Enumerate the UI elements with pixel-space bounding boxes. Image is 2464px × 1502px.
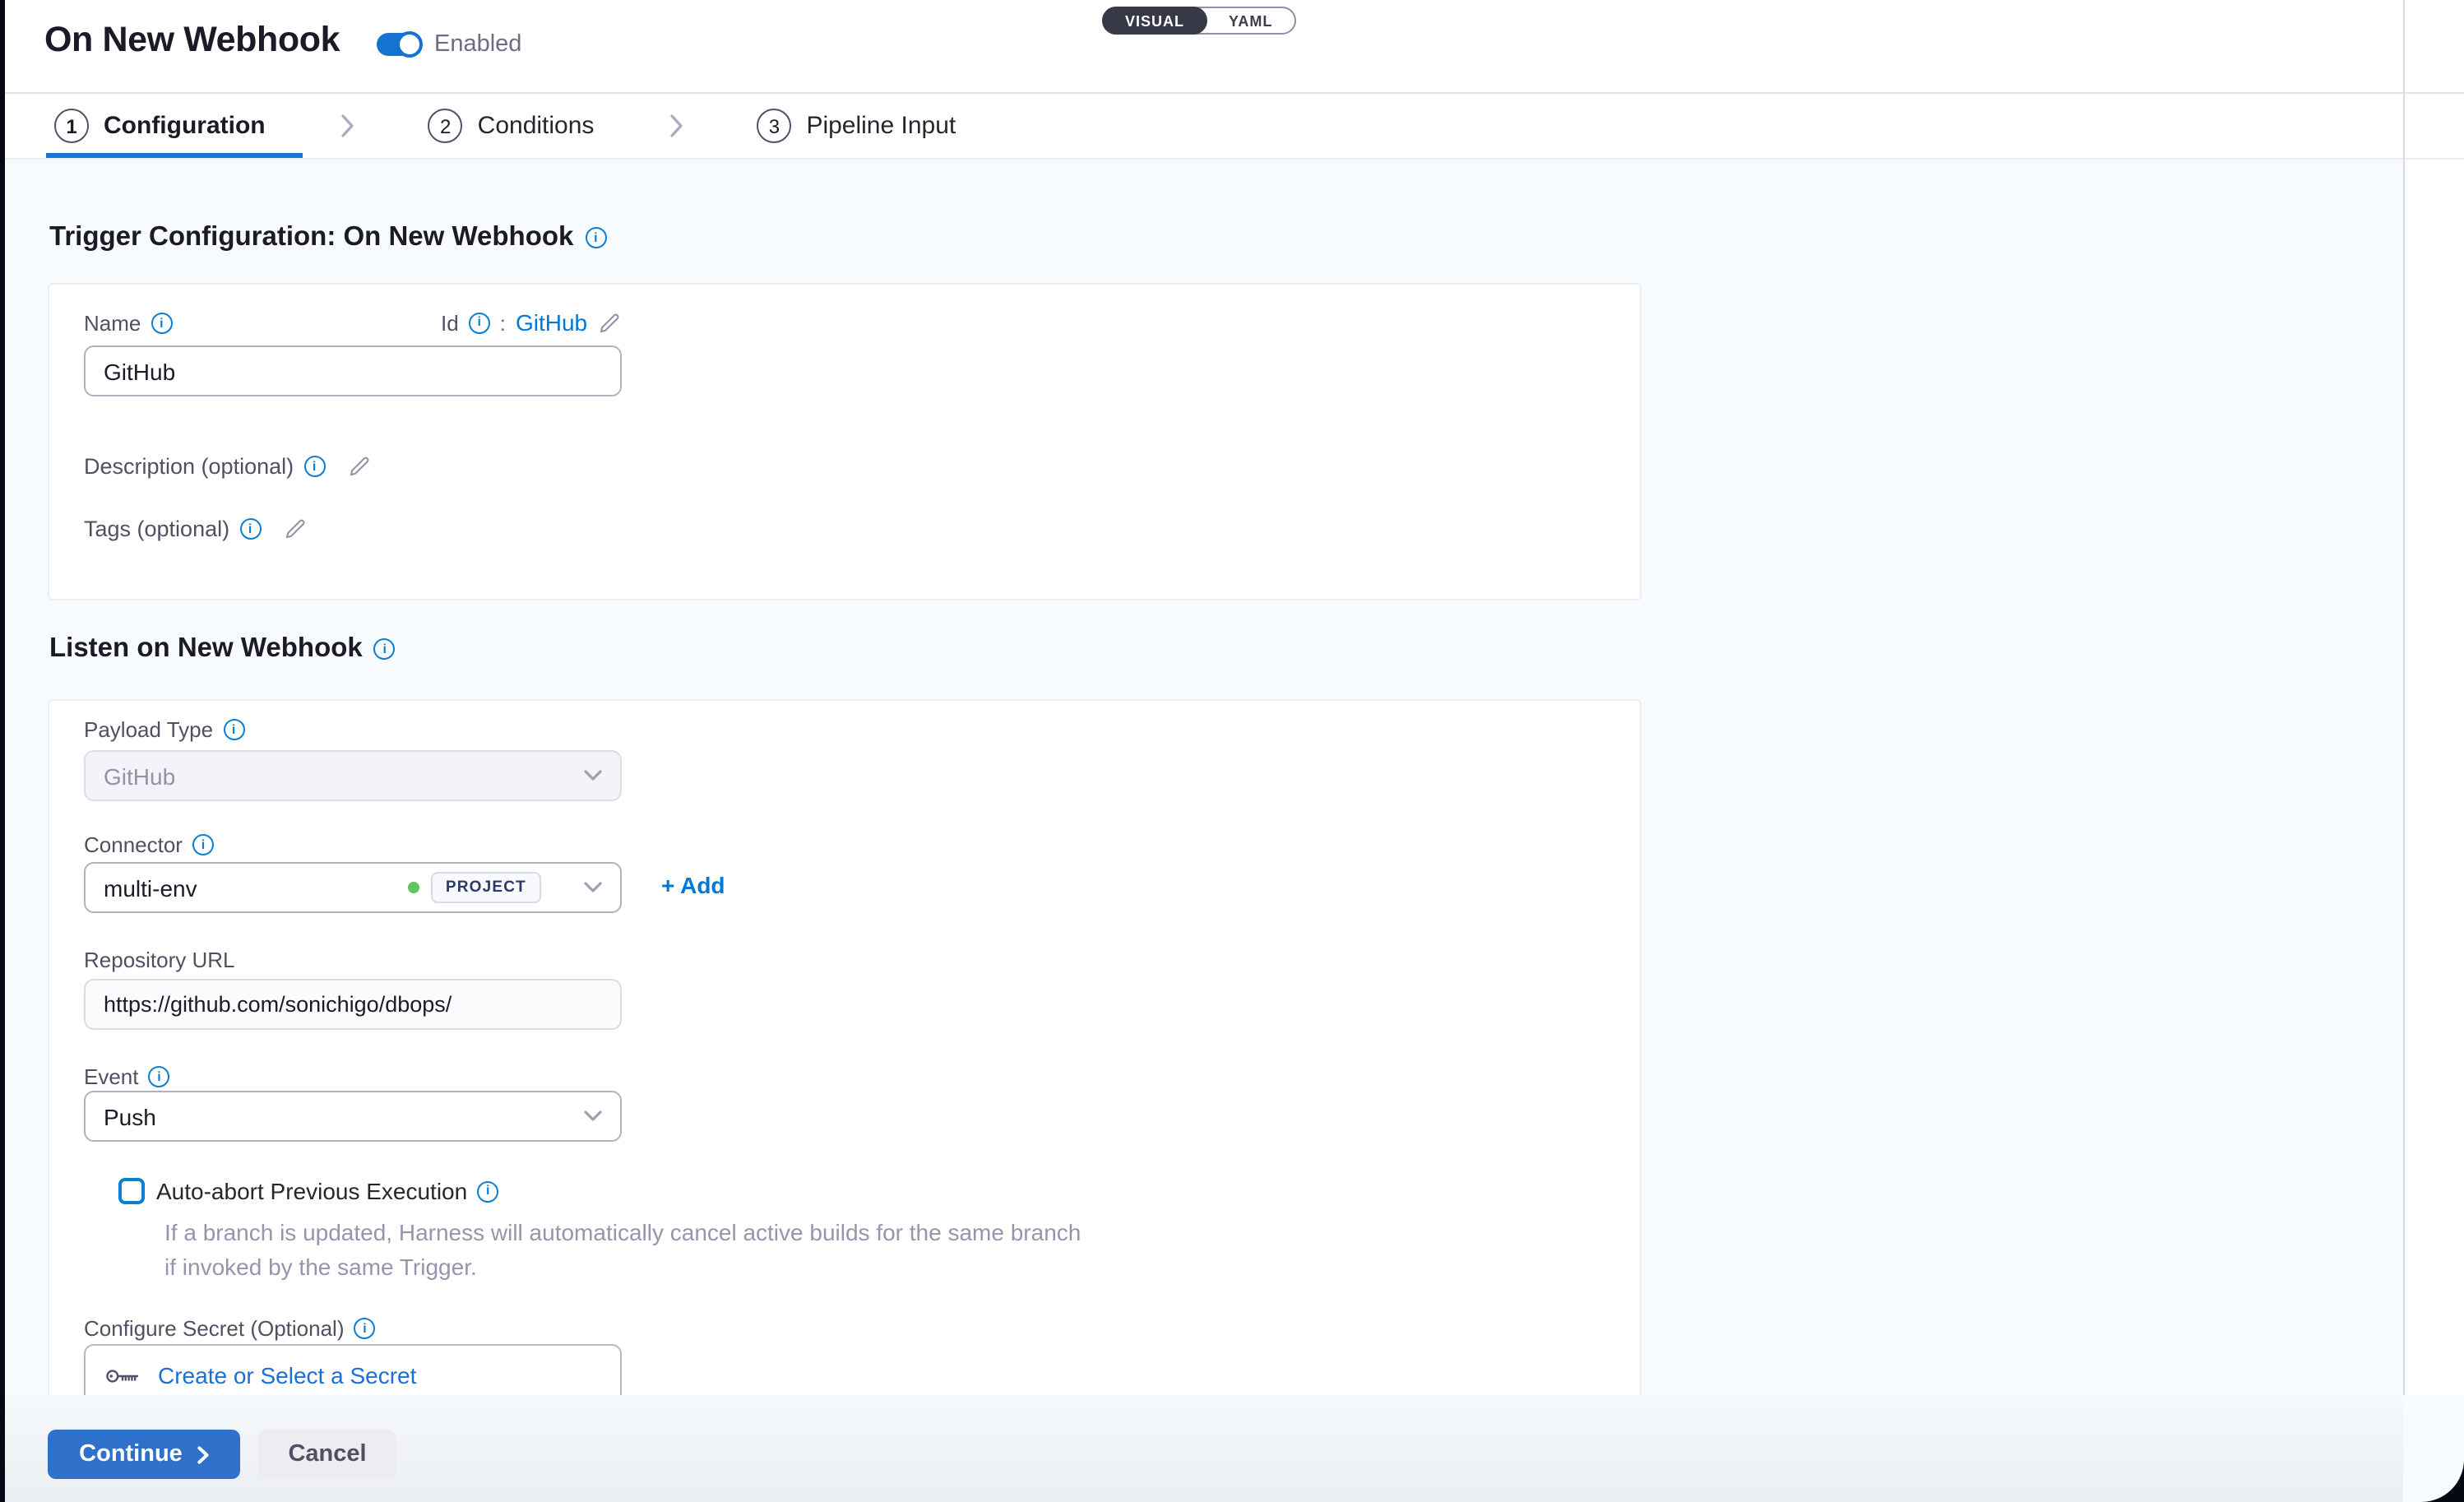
id-label: Id <box>441 310 459 335</box>
chevron-down-icon <box>584 770 602 781</box>
step-2-label: Conditions <box>478 112 595 140</box>
cancel-button[interactable]: Cancel <box>258 1430 396 1479</box>
chevron-down-icon <box>584 882 602 893</box>
continue-button[interactable]: Continue <box>48 1430 240 1479</box>
connector-row-label: Connector i <box>84 832 214 857</box>
info-icon[interactable]: i <box>192 834 214 855</box>
step-configuration[interactable]: 1 Configuration <box>54 109 266 143</box>
event-label: Event <box>84 1064 139 1089</box>
repository-url-input[interactable] <box>84 979 622 1030</box>
webhook-trigger-drawer: On New Webhook Enabled VISUAL YAML 1 Con… <box>5 0 2464 1502</box>
payload-type-select[interactable]: GitHub <box>84 750 622 801</box>
configure-secret-label: Configure Secret (Optional) <box>84 1316 345 1341</box>
tags-row: Tags (optional) i <box>84 517 307 541</box>
key-icon <box>105 1361 140 1387</box>
chevron-right-icon <box>197 1445 209 1463</box>
add-connector-button[interactable]: + Add <box>661 872 725 898</box>
trigger-configuration-heading-text: Trigger Configuration: On New Webhook <box>49 222 573 253</box>
info-icon[interactable]: i <box>477 1180 498 1202</box>
secret-row-label: Configure Secret (Optional) i <box>84 1316 376 1341</box>
id-row: Id i : GitHub <box>441 309 622 336</box>
connector-scope-badge: PROJECT <box>431 872 541 903</box>
info-icon[interactable]: i <box>354 1318 376 1339</box>
payload-type-label: Payload Type <box>84 717 213 742</box>
trigger-configuration-card: Name i Id i : GitHub Description (option… <box>48 283 1642 600</box>
info-icon[interactable]: i <box>303 456 325 477</box>
enabled-label: Enabled <box>434 31 521 58</box>
step-3-label: Pipeline Input <box>806 112 956 140</box>
trigger-configuration-heading: Trigger Configuration: On New Webhook i <box>49 222 606 253</box>
step-2-badge: 2 <box>428 109 463 143</box>
step-1-badge: 1 <box>54 109 89 143</box>
page-title: On New Webhook <box>44 20 340 61</box>
screen: On New Webhook Enabled VISUAL YAML 1 Con… <box>0 0 2464 1502</box>
scrollbar-track[interactable] <box>2403 0 2405 1395</box>
edit-id-icon[interactable] <box>597 310 622 335</box>
create-or-select-secret-link[interactable]: Create or Select a Secret <box>158 1361 416 1388</box>
tab-yaml[interactable]: YAML <box>1207 8 1294 33</box>
payload-type-value: GitHub <box>104 763 175 789</box>
description-row: Description (optional) i <box>84 454 371 479</box>
name-input[interactable] <box>84 345 622 396</box>
enabled-toggle[interactable] <box>377 33 419 56</box>
id-value: GitHub <box>516 309 587 336</box>
auto-abort-help-line2: if invoked by the same Trigger. <box>164 1250 1081 1285</box>
auto-abort-label: Auto-abort Previous Execution <box>156 1178 467 1204</box>
cancel-label: Cancel <box>288 1441 366 1467</box>
step-conditions[interactable]: 2 Conditions <box>428 109 595 143</box>
repository-url-label: Repository URL <box>84 948 235 972</box>
wizard-steps: 1 Configuration 2 Conditions 3 Pipeline … <box>5 94 2464 160</box>
auto-abort-row: Auto-abort Previous Execution i <box>156 1178 498 1204</box>
listen-card: Payload Type i GitHub Connector i multi-… <box>48 699 1642 1472</box>
event-select[interactable]: Push <box>84 1091 622 1142</box>
payload-type-row: Payload Type i <box>84 717 244 742</box>
event-row-label: Event i <box>84 1064 170 1089</box>
info-icon[interactable]: i <box>223 719 244 740</box>
info-icon[interactable]: i <box>469 312 490 333</box>
connector-select[interactable]: multi-env PROJECT <box>84 862 622 913</box>
tags-label: Tags (optional) <box>84 517 229 541</box>
drawer-footer: Continue Cancel <box>5 1395 2403 1502</box>
description-label: Description (optional) <box>84 454 294 479</box>
continue-label: Continue <box>79 1441 183 1467</box>
connector-value: multi-env <box>104 874 408 901</box>
name-label: Name <box>84 311 141 336</box>
step-1-label: Configuration <box>104 112 266 140</box>
drawer-header: On New Webhook Enabled VISUAL YAML <box>5 0 2464 94</box>
tab-visual[interactable]: VISUAL <box>1102 7 1207 35</box>
edit-tags-icon[interactable] <box>282 517 307 541</box>
id-separator: : <box>500 310 506 335</box>
step-3-badge: 3 <box>757 109 791 143</box>
auto-abort-help: If a branch is updated, Harness will aut… <box>164 1216 1081 1285</box>
auto-abort-help-line1: If a branch is updated, Harness will aut… <box>164 1216 1081 1250</box>
info-icon[interactable]: i <box>374 638 396 660</box>
toggle-knob-icon <box>396 31 423 58</box>
connector-status-dot <box>408 882 419 893</box>
info-icon[interactable]: i <box>585 227 606 248</box>
chevron-down-icon <box>584 1110 602 1122</box>
event-value: Push <box>104 1103 156 1129</box>
chevron-right-icon <box>669 114 684 138</box>
right-gutter <box>2405 160 2464 1395</box>
name-label-row: Name i <box>84 311 172 336</box>
step-pipeline-input[interactable]: 3 Pipeline Input <box>757 109 956 143</box>
auto-abort-checkbox[interactable] <box>118 1178 145 1204</box>
info-icon[interactable]: i <box>239 518 261 540</box>
chevron-right-icon <box>341 114 356 138</box>
connector-label: Connector <box>84 832 183 857</box>
info-icon[interactable]: i <box>151 313 172 334</box>
edit-description-icon[interactable] <box>346 454 371 479</box>
listen-heading: Listen on New Webhook i <box>49 633 396 665</box>
active-step-underline <box>46 152 303 158</box>
info-icon[interactable]: i <box>149 1066 170 1087</box>
visual-yaml-switch: VISUAL YAML <box>1102 7 1295 35</box>
listen-heading-text: Listen on New Webhook <box>49 633 363 665</box>
